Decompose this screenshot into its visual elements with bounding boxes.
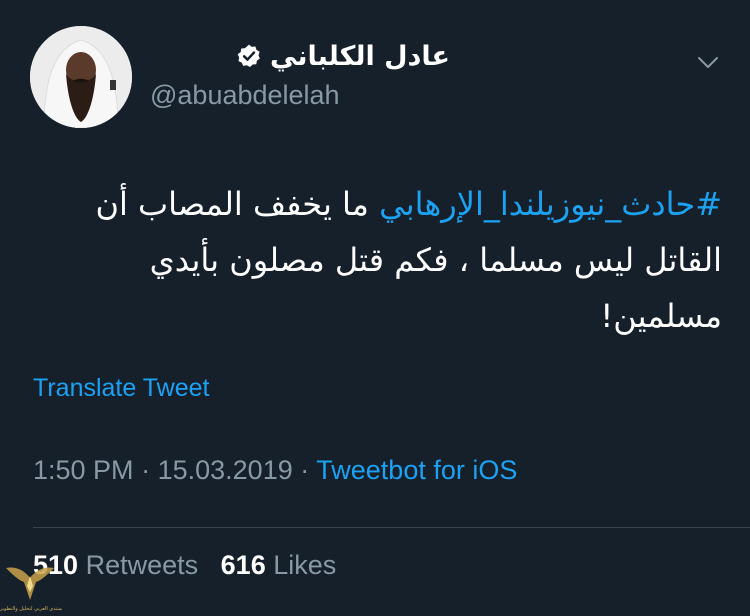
tweet-date[interactable]: 15.03.2019	[158, 455, 293, 485]
tweet-stats: 510 Retweets 616 Likes	[33, 550, 336, 581]
meta-separator: ·	[300, 455, 310, 485]
meta-separator: ·	[141, 455, 151, 485]
likes-label: Likes	[273, 550, 337, 580]
tweet-time[interactable]: 1:50 PM	[33, 455, 134, 485]
avatar[interactable]	[30, 26, 132, 128]
avatar-image	[30, 26, 132, 128]
chevron-down-icon[interactable]	[696, 50, 720, 74]
likes-count: 616	[220, 550, 266, 580]
retweets-label: Retweets	[85, 550, 199, 580]
display-name-row[interactable]: عادل الكلباني	[150, 36, 450, 76]
watermark-text: المنتدى العربي لتحليل والتطوير	[0, 606, 62, 612]
hashtag-link[interactable]: #حادث_نيوزيلندا_الإرهابي	[379, 185, 722, 223]
author-names: عادل الكلباني @abuabdelelah	[150, 36, 450, 111]
translate-tweet-link[interactable]: Translate Tweet	[33, 374, 209, 403]
tweet-source-link[interactable]: Tweetbot for iOS	[316, 455, 517, 485]
tweet-card: عادل الكلباني @abuabdelelah #حادث_نيوزيل…	[0, 0, 750, 614]
handle[interactable]: @abuabdelelah	[150, 80, 450, 111]
verified-badge-icon	[236, 43, 262, 69]
likes-stat[interactable]: 616 Likes	[221, 550, 337, 580]
tweet-meta: 1:50 PM · 15.03.2019 · Tweetbot for iOS	[33, 455, 517, 486]
tweet-text: #حادث_نيوزيلندا_الإرهابي ما يخفف المصاب …	[32, 176, 722, 344]
divider	[33, 527, 750, 528]
watermark-logo-icon	[2, 556, 58, 612]
display-name[interactable]: عادل الكلباني	[270, 41, 450, 72]
